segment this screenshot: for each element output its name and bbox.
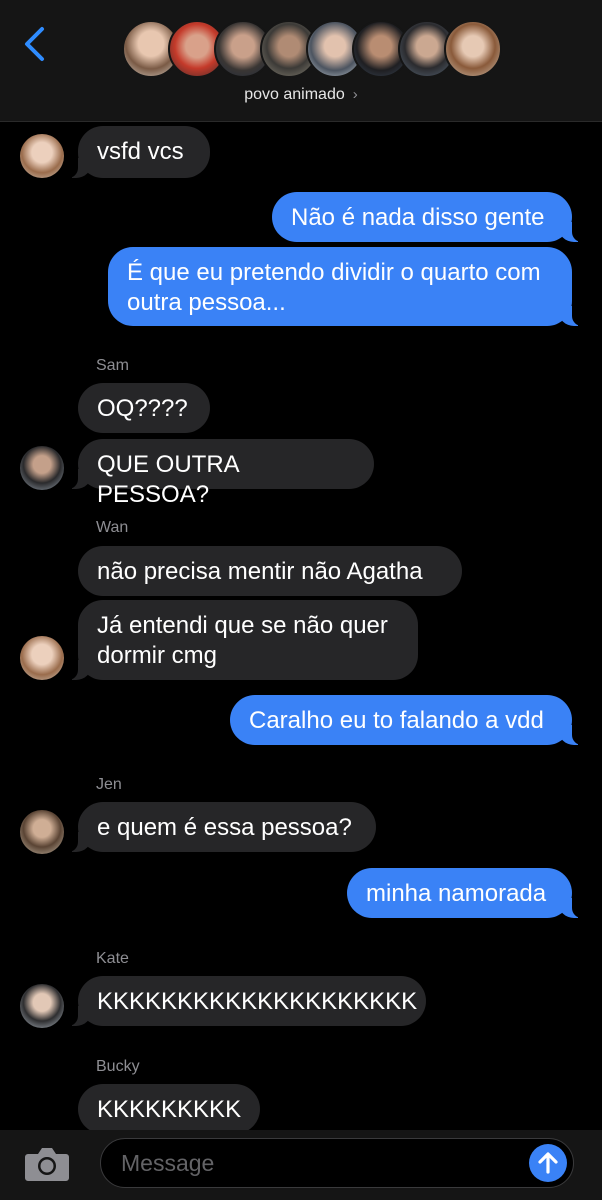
outgoing-message[interactable]: Não é nada disso gente [272,192,583,242]
outgoing-message[interactable]: É que eu pretendo dividir o quarto com o… [108,247,583,326]
avatar[interactable] [20,446,64,490]
sender-name: Bucky [96,1058,140,1075]
back-chevron-icon[interactable] [20,26,50,62]
sender-name: Kate [96,950,129,967]
chevron-right-icon: › [352,86,358,103]
incoming-message[interactable]: KKKKKKKKK [78,1084,260,1134]
group-avatars[interactable] [122,20,502,80]
sender-name: Sam [96,357,129,374]
outgoing-message[interactable]: minha namorada [347,868,583,918]
incoming-message[interactable]: OQ???? [78,383,210,433]
outgoing-message[interactable]: Caralho eu to falando a vdd [230,695,583,745]
avatar[interactable] [20,810,64,854]
avatar [444,20,502,78]
message-composer: Message [0,1130,602,1200]
avatar[interactable] [20,636,64,680]
avatar[interactable] [20,134,64,178]
camera-icon[interactable] [22,1144,72,1184]
message-placeholder: Message [121,1150,215,1176]
avatar[interactable] [20,984,64,1028]
incoming-message[interactable]: KKKKKKKKKKKKKKKKKKKK [67,976,426,1026]
sender-name: Wan [96,519,129,536]
incoming-message[interactable]: QUE OUTRA PESSOA? [67,439,374,508]
conversation-header: povo animado › [0,0,602,122]
incoming-message[interactable]: e quem é essa pessoa? [67,802,376,852]
send-arrow-up-icon[interactable] [529,1144,567,1182]
sender-name: Jen [96,776,122,793]
incoming-message[interactable]: vsfd vcs [67,126,210,178]
message-input[interactable]: Message [100,1138,574,1188]
incoming-message[interactable]: não precisa mentir não Agatha [78,546,462,596]
group-name[interactable]: povo animado › [0,86,602,104]
incoming-message[interactable]: Já entendi que se não quer dormir cmg [67,600,418,680]
